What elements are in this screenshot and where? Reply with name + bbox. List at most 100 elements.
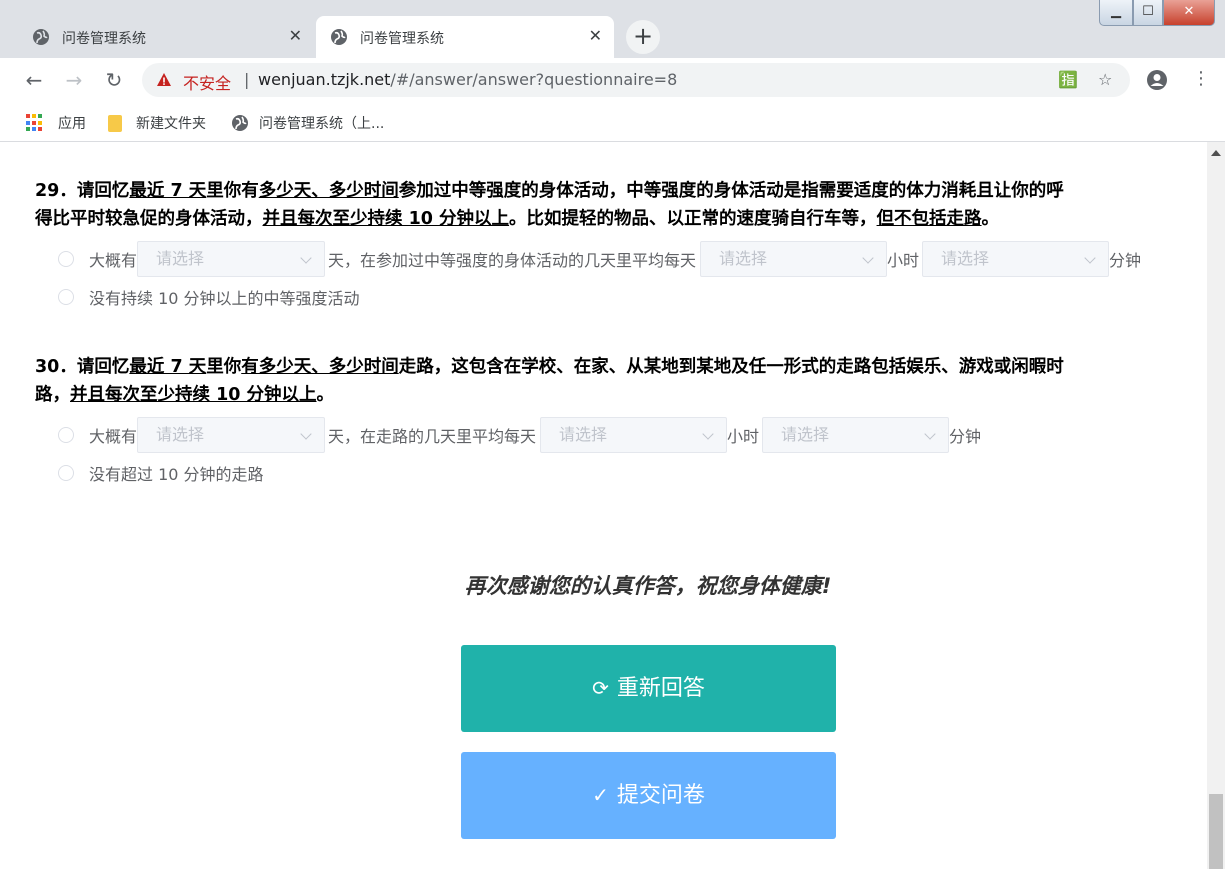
option-label: 小时 bbox=[887, 251, 920, 270]
forward-arrow-icon[interactable]: → bbox=[60, 66, 88, 94]
question-text: 。 bbox=[316, 385, 335, 405]
window-close-icon[interactable]: ✕ bbox=[1163, 0, 1215, 26]
question-30-option-none[interactable]: 没有超过 10 分钟的走路 bbox=[58, 455, 264, 491]
bookmark-apps[interactable]: 应用 bbox=[26, 113, 86, 133]
question-29-option-days[interactable]: 大概有 请选择 天，在参加过中等强度的身体活动的几天里平均每天 请选择 小时 请… bbox=[58, 241, 1141, 277]
url-text: wenjuan.tzjk.net/#/answer/answer?questio… bbox=[258, 70, 677, 89]
apps-grid-icon bbox=[26, 114, 44, 132]
bookmark-site[interactable]: 问卷管理系统（上... bbox=[231, 113, 384, 133]
warning-icon bbox=[157, 73, 171, 86]
star-icon[interactable]: ☆ bbox=[1098, 70, 1112, 89]
option-label: 小时 bbox=[727, 427, 760, 446]
chevron-down-icon bbox=[862, 252, 874, 264]
question-29-title: 29．请回忆最近 7 天里你有多少天、多少时间参加过中等强度的身体活动，中等强度… bbox=[35, 178, 1207, 205]
browser-tab-2[interactable]: 问卷管理系统 ✕ bbox=[316, 16, 614, 58]
select-placeholder: 请选择 bbox=[719, 249, 768, 268]
question-text: 里你 bbox=[206, 357, 242, 377]
option-label: 大概有 bbox=[89, 251, 138, 270]
address-bar[interactable]: 不安全 | wenjuan.tzjk.net/#/answer/answer?q… bbox=[142, 63, 1130, 97]
tab-title: 问卷管理系统 bbox=[360, 31, 444, 47]
back-arrow-icon[interactable]: ← bbox=[20, 66, 48, 94]
minutes-select[interactable]: 请选择 bbox=[922, 241, 1110, 277]
question-text: 29．请回忆 bbox=[35, 181, 130, 201]
folder-icon bbox=[108, 114, 122, 132]
chevron-down-icon bbox=[1084, 252, 1096, 264]
radio-button[interactable] bbox=[58, 427, 74, 443]
question-emphasis: 最近 7 天 bbox=[129, 181, 207, 201]
translate-icon[interactable]: 🈯 bbox=[1058, 70, 1078, 89]
question-emphasis: 多少天、多少时间 bbox=[258, 181, 399, 201]
divider: | bbox=[244, 70, 250, 89]
option-label: 天，在参加过中等强度的身体活动的几天里平均每天 bbox=[328, 251, 697, 270]
question-emphasis: 并且每次至少持续 10 分钟以上 bbox=[70, 385, 317, 405]
security-label: 不安全 bbox=[183, 74, 232, 93]
question-text: 30．请回忆 bbox=[35, 357, 130, 377]
days-select[interactable]: 请选择 bbox=[137, 417, 326, 453]
account-icon[interactable] bbox=[1146, 69, 1168, 91]
question-text: 走路，这包含在学校、在家、从某地到某地及任一形式的走路包括娱乐、游戏或闲暇时 bbox=[398, 357, 1064, 377]
chevron-down-icon bbox=[702, 428, 714, 440]
question-emphasis: 有多少天、多少时间 bbox=[241, 357, 399, 377]
bookmarks-bar: 应用 新建文件夹 问卷管理系统（上... bbox=[0, 102, 1225, 142]
hours-select[interactable]: 请选择 bbox=[540, 417, 728, 453]
bookmark-label: 新建文件夹 bbox=[136, 116, 206, 132]
tab-title: 问卷管理系统 bbox=[62, 31, 146, 47]
select-placeholder: 请选择 bbox=[156, 425, 205, 444]
question-text: 里你有 bbox=[206, 181, 259, 201]
button-label: 重新回答 bbox=[616, 676, 705, 701]
question-29-option-none[interactable]: 没有持续 10 分钟以上的中等强度活动 bbox=[58, 279, 360, 315]
option-label: 分钟 bbox=[949, 427, 982, 446]
bookmark-folder[interactable]: 新建文件夹 bbox=[108, 113, 206, 133]
bookmark-label: 应用 bbox=[58, 116, 86, 132]
option-label: 天，在走路的几天里平均每天 bbox=[328, 427, 537, 446]
close-icon[interactable]: ✕ bbox=[589, 26, 602, 45]
radio-button[interactable] bbox=[58, 289, 74, 305]
question-emphasis: 并且每次至少持续 10 分钟以上 bbox=[262, 209, 510, 229]
scrollbar-thumb[interactable] bbox=[1209, 794, 1223, 869]
bookmark-label: 问卷管理系统（上... bbox=[259, 116, 385, 132]
select-placeholder: 请选择 bbox=[781, 425, 830, 444]
page-content: 29．请回忆最近 7 天里你有多少天、多少时间参加过中等强度的身体活动，中等强度… bbox=[0, 142, 1207, 869]
question-text: 得比平时较急促的身体活动， bbox=[35, 209, 263, 229]
minutes-select[interactable]: 请选择 bbox=[762, 417, 950, 453]
question-emphasis: 但不包括走路 bbox=[876, 209, 982, 229]
new-tab-button[interactable]: + bbox=[626, 20, 660, 54]
select-placeholder: 请选择 bbox=[156, 249, 205, 268]
question-30-title: 30．请回忆最近 7 天里你有多少天、多少时间走路，这包含在学校、在家、从某地到… bbox=[35, 354, 1207, 381]
refresh-icon: ⟳ bbox=[592, 676, 609, 700]
option-label: 大概有 bbox=[89, 427, 138, 446]
url-path: /#/answer/answer?questionnaire=8 bbox=[390, 70, 678, 89]
button-label: 提交问卷 bbox=[616, 783, 705, 808]
days-select[interactable]: 请选择 bbox=[137, 241, 326, 277]
select-placeholder: 请选择 bbox=[941, 249, 990, 268]
question-emphasis: 最近 7 天 bbox=[129, 357, 207, 377]
redo-button[interactable]: ⟳ 重新回答 bbox=[461, 645, 836, 732]
question-text: 。比如提轻的物品、以正常的速度骑自行车等， bbox=[509, 209, 877, 229]
chevron-down-icon bbox=[300, 428, 312, 440]
question-30-option-days[interactable]: 大概有 请选择 天，在走路的几天里平均每天 请选择 小时 请选择 分钟 bbox=[58, 417, 981, 453]
radio-button[interactable] bbox=[58, 465, 74, 481]
minimize-icon[interactable]: ▁ bbox=[1099, 0, 1133, 26]
menu-dots-icon[interactable]: ⋮ bbox=[1192, 68, 1210, 89]
question-30-title-line2: 路，并且每次至少持续 10 分钟以上。 bbox=[35, 382, 1207, 409]
hours-select[interactable]: 请选择 bbox=[700, 241, 888, 277]
reload-icon[interactable]: ↻ bbox=[100, 66, 128, 94]
question-29-title-line2: 得比平时较急促的身体活动，并且每次至少持续 10 分钟以上。比如提轻的物品、以正… bbox=[35, 206, 1207, 233]
browser-titlebar: 问卷管理系统 ✕ 问卷管理系统 ✕ + ▁ ☐ ✕ bbox=[0, 0, 1225, 58]
scroll-up-arrow-icon[interactable] bbox=[1211, 150, 1221, 156]
question-text: 参加过中等强度的身体活动，中等强度的身体活动是指需要适度的体力消耗且让你的呼 bbox=[398, 181, 1064, 201]
globe-icon bbox=[232, 115, 248, 131]
page-scrollbar[interactable] bbox=[1207, 142, 1225, 869]
submit-button[interactable]: ✓ 提交问卷 bbox=[461, 752, 836, 839]
close-icon[interactable]: ✕ bbox=[289, 26, 302, 45]
browser-tab-1[interactable]: 问卷管理系统 ✕ bbox=[18, 16, 314, 58]
option-label: 没有超过 10 分钟的走路 bbox=[89, 465, 264, 484]
chevron-down-icon bbox=[300, 252, 312, 264]
select-placeholder: 请选择 bbox=[559, 425, 608, 444]
window-controls: ▁ ☐ ✕ bbox=[1099, 0, 1215, 28]
maximize-icon[interactable]: ☐ bbox=[1133, 0, 1163, 26]
chevron-down-icon bbox=[924, 428, 936, 440]
radio-button[interactable] bbox=[58, 251, 74, 267]
thanks-message: 再次感谢您的认真作答，祝您身体健康! bbox=[464, 574, 832, 598]
url-host: wenjuan.tzjk.net bbox=[258, 70, 391, 89]
